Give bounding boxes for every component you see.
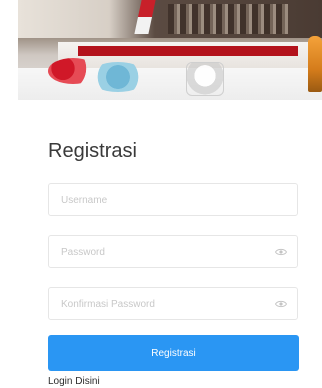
registration-page: Registrasi Registrasi Login Disini [0,0,322,388]
eye-icon[interactable] [275,247,287,257]
banner-photo [18,0,322,100]
page-title: Registrasi [48,140,137,162]
confirm-password-input[interactable] [59,288,263,321]
password-field-wrapper [48,235,298,269]
username-input[interactable] [59,184,263,217]
eye-icon[interactable] [275,299,287,309]
registration-form: Registrasi Registrasi Login Disini [48,140,300,387]
password-input[interactable] [59,236,263,269]
register-button[interactable]: Registrasi [48,335,299,371]
login-link[interactable]: Login Disini [48,376,100,387]
confirm-password-field-wrapper [48,287,298,321]
username-field-wrapper [48,183,298,217]
